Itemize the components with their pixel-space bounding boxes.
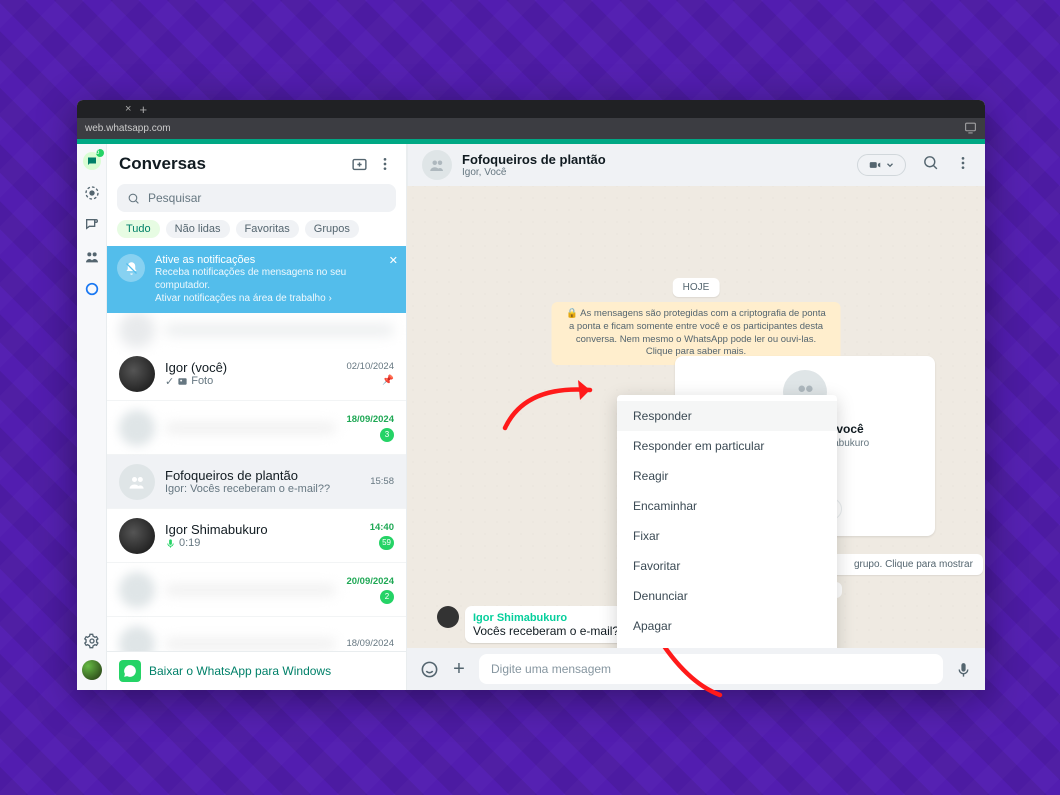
message-sender: Igor Shimabukuro bbox=[473, 612, 626, 624]
whatsapp-logo-icon bbox=[119, 660, 141, 682]
ctx-reply-privately[interactable]: Responder em particular bbox=[617, 431, 837, 461]
search-icon bbox=[127, 192, 140, 205]
menu-icon[interactable] bbox=[376, 155, 394, 173]
browser-window: × + web.whatsapp.com 6 bbox=[77, 100, 985, 690]
settings-icon[interactable] bbox=[83, 632, 101, 650]
chat-name: Igor (você) bbox=[165, 360, 336, 375]
chat-row-contact[interactable]: Igor Shimabukuro 0:19 14:40 59 bbox=[107, 509, 406, 563]
chat-date: 20/09/2024 bbox=[346, 576, 394, 587]
chat-row-group-selected[interactable]: Fofoqueiros de plantão Igor: Vocês receb… bbox=[107, 455, 406, 509]
video-call-button[interactable] bbox=[857, 154, 906, 176]
search-input[interactable]: Pesquisar bbox=[117, 184, 396, 212]
unread-count: 3 bbox=[380, 428, 394, 442]
bell-slash-icon bbox=[117, 254, 145, 282]
mic-icon[interactable] bbox=[953, 659, 973, 679]
pinned-icon: 📌 bbox=[382, 375, 394, 386]
chat-time: 14:40 bbox=[370, 522, 394, 533]
communities-tab-icon[interactable] bbox=[83, 248, 101, 266]
browser-tab-strip: × + bbox=[77, 100, 985, 118]
date-chip: HOJE bbox=[673, 278, 720, 297]
profile-avatar[interactable] bbox=[82, 660, 102, 680]
mic-icon bbox=[165, 538, 176, 549]
status-tab-icon[interactable] bbox=[83, 184, 101, 202]
chat-preview: ✓ Foto bbox=[165, 375, 336, 388]
chat-participants: Igor, Você bbox=[462, 167, 606, 178]
download-desktop-banner[interactable]: Baixar o WhatsApp para Windows bbox=[107, 651, 406, 690]
chat-name: Fofoqueiros de plantão bbox=[165, 468, 360, 483]
download-label: Baixar o WhatsApp para Windows bbox=[149, 664, 331, 678]
chats-unread-badge: 6 bbox=[96, 149, 104, 157]
new-tab-icon[interactable]: + bbox=[139, 102, 147, 117]
filter-groups[interactable]: Grupos bbox=[305, 220, 359, 238]
chevron-down-icon bbox=[885, 160, 895, 170]
conversations-sidebar: Conversas Pesquisar Tudo Não lidas Favor… bbox=[107, 144, 407, 690]
syncing-icon[interactable] bbox=[964, 121, 977, 137]
chat-pane: Fofoqueiros de plantão Igor, Você bbox=[407, 144, 985, 690]
photo-icon bbox=[177, 376, 188, 387]
filter-all[interactable]: Tudo bbox=[117, 220, 160, 238]
chats-tab-icon[interactable]: 6 bbox=[83, 152, 101, 170]
chat-menu-icon[interactable] bbox=[955, 155, 971, 176]
emoji-icon[interactable] bbox=[419, 659, 439, 679]
message-text: Vocês receberam o e-mail?? bbox=[473, 624, 626, 638]
chat-row-self[interactable]: Igor (você) ✓ Foto 02/10/2024 📌 bbox=[107, 347, 406, 401]
ctx-chat-with[interactable]: Conversar com Igor Shimabukuro bbox=[617, 641, 837, 648]
search-placeholder: Pesquisar bbox=[148, 191, 201, 205]
filter-favorites[interactable]: Favoritas bbox=[236, 220, 299, 238]
chat-row-redacted[interactable] bbox=[107, 313, 406, 347]
chat-messages: HOJE 🔒 As mensagens são protegidas com a… bbox=[407, 186, 985, 648]
chat-header[interactable]: Fofoqueiros de plantão Igor, Você bbox=[407, 144, 985, 186]
avatar bbox=[119, 356, 155, 392]
new-chat-icon[interactable] bbox=[350, 155, 368, 173]
sidebar-title: Conversas bbox=[119, 154, 342, 174]
chat-date: 18/09/2024 bbox=[346, 638, 394, 649]
ctx-forward[interactable]: Encaminhar bbox=[617, 491, 837, 521]
notif-close-icon[interactable]: ✕ bbox=[389, 254, 398, 267]
filter-unread[interactable]: Não lidas bbox=[166, 220, 230, 238]
chat-title: Fofoqueiros de plantão bbox=[462, 152, 606, 167]
chat-date: 02/10/2024 bbox=[346, 361, 394, 372]
unread-count: 59 bbox=[379, 536, 394, 550]
tab-close-icon[interactable]: × bbox=[125, 103, 131, 115]
avatar bbox=[119, 518, 155, 554]
chat-row-redacted[interactable]: 18/09/2024 3 bbox=[107, 401, 406, 455]
chat-preview: Igor: Vocês receberam o e-mail?? bbox=[165, 483, 360, 495]
channels-tab-icon[interactable] bbox=[83, 216, 101, 234]
sender-avatar bbox=[437, 606, 459, 628]
message-input[interactable]: Digite uma mensagem bbox=[479, 654, 943, 684]
message-context-menu: Responder Responder em particular Reagir… bbox=[617, 395, 837, 648]
unread-count: 2 bbox=[380, 590, 394, 604]
ctx-reply[interactable]: Responder bbox=[617, 401, 837, 431]
notif-title: Ative as notificações bbox=[155, 254, 396, 266]
notif-sub1: Receba notificações de mensagens no seu … bbox=[155, 266, 396, 292]
chat-time: 15:58 bbox=[370, 476, 394, 487]
search-in-chat-icon[interactable] bbox=[922, 154, 939, 176]
check-icon: ✓ bbox=[165, 375, 174, 388]
address-bar[interactable]: web.whatsapp.com bbox=[77, 118, 985, 139]
ctx-delete[interactable]: Apagar bbox=[617, 611, 837, 641]
compose-bar: + Digite uma mensagem bbox=[407, 648, 985, 690]
chat-preview: 0:19 bbox=[165, 537, 360, 549]
meta-ai-icon[interactable] bbox=[83, 280, 101, 298]
ctx-react[interactable]: Reagir bbox=[617, 461, 837, 491]
chat-list: Igor (você) ✓ Foto 02/10/2024 📌 bbox=[107, 313, 406, 651]
enable-notifications-banner[interactable]: Ative as notificações Receba notificaçõe… bbox=[107, 246, 406, 313]
ctx-pin[interactable]: Fixar bbox=[617, 521, 837, 551]
group-avatar-icon bbox=[119, 464, 155, 500]
notif-sub2: Ativar notificações na área de trabalho … bbox=[155, 292, 396, 305]
ctx-favorite[interactable]: Favoritar bbox=[617, 551, 837, 581]
chat-date: 18/09/2024 bbox=[346, 414, 394, 425]
nav-rail: 6 bbox=[77, 144, 107, 690]
attach-icon[interactable]: + bbox=[449, 659, 469, 679]
chat-name: Igor Shimabukuro bbox=[165, 522, 360, 537]
ctx-report[interactable]: Denunciar bbox=[617, 581, 837, 611]
chat-row-redacted[interactable]: 20/09/2024 2 bbox=[107, 563, 406, 617]
group-avatar-icon bbox=[422, 150, 452, 180]
filter-chips: Tudo Não lidas Favoritas Grupos bbox=[107, 216, 406, 246]
url-text: web.whatsapp.com bbox=[85, 123, 171, 134]
compose-placeholder: Digite uma mensagem bbox=[491, 662, 611, 676]
chat-row-redacted[interactable]: 18/09/2024 bbox=[107, 617, 406, 651]
